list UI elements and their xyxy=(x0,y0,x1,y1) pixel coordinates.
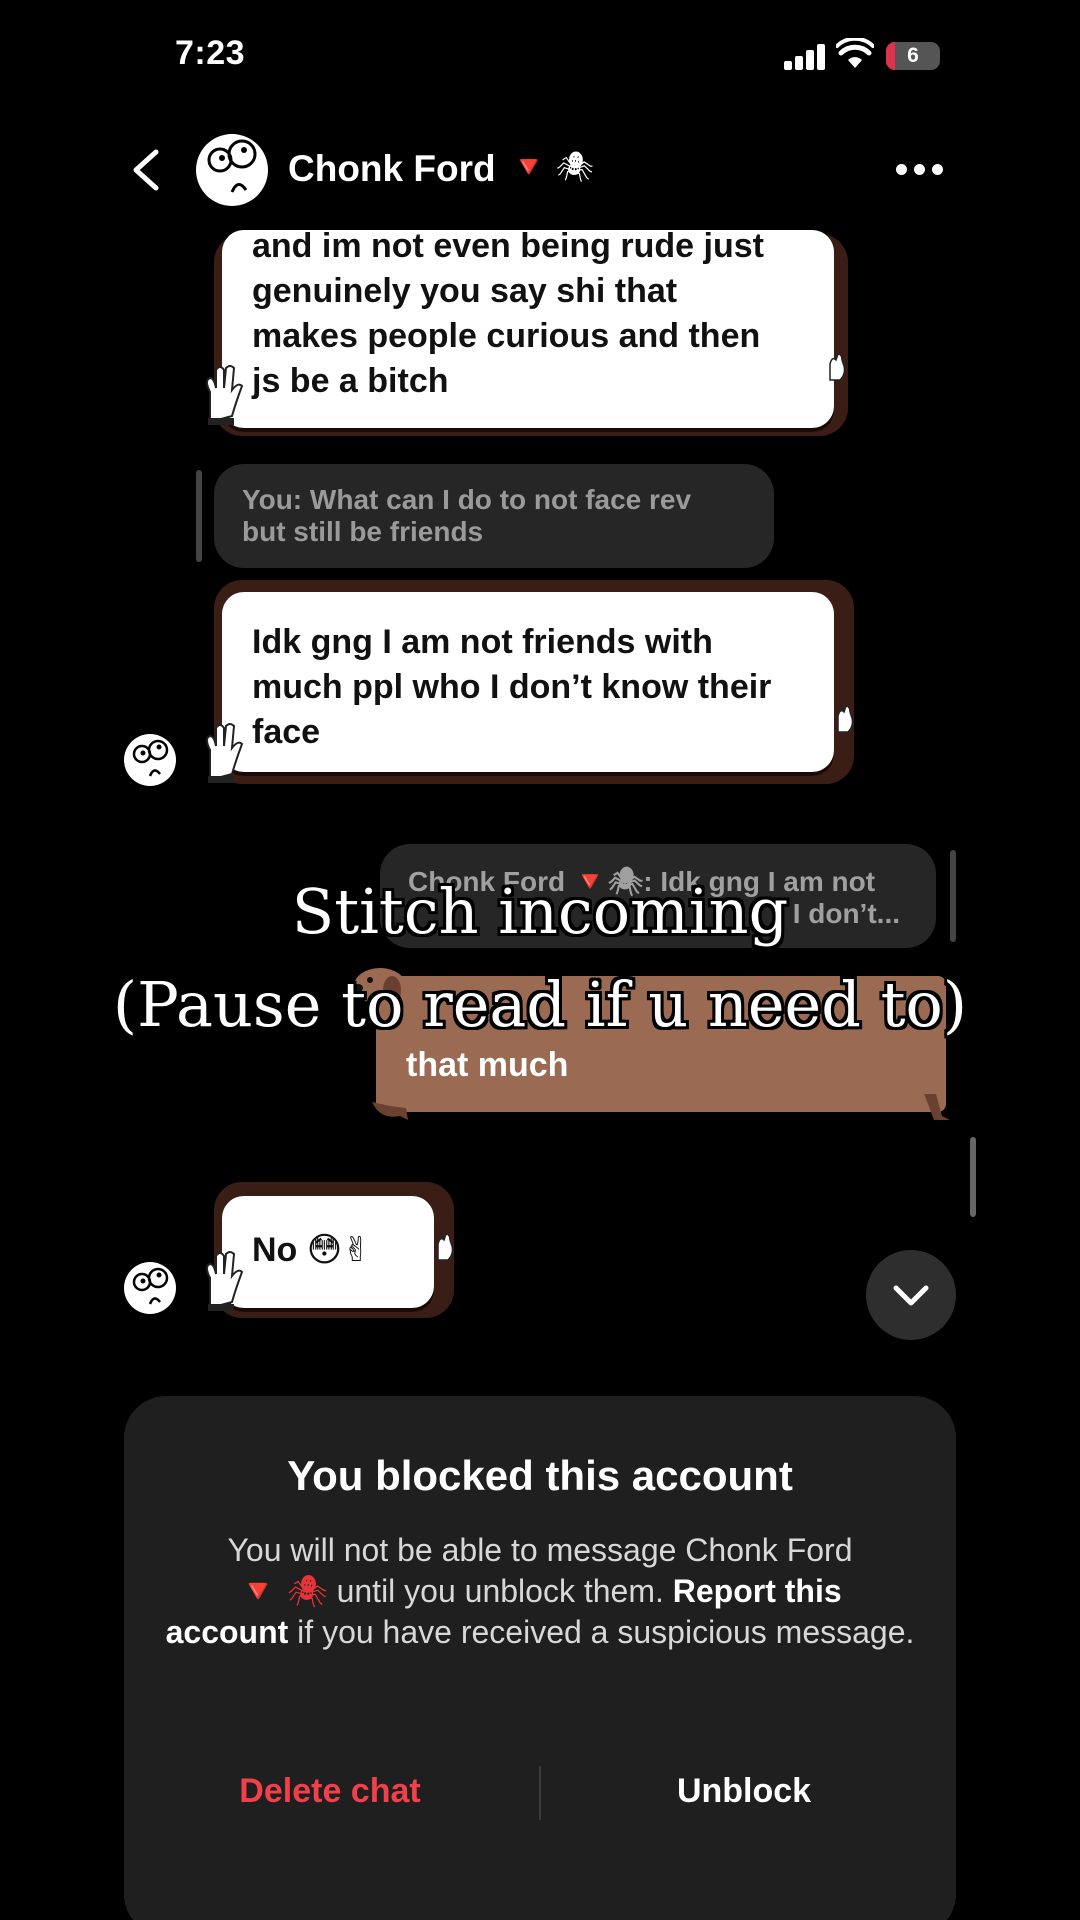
more-dots-icon[interactable] xyxy=(896,164,944,176)
name-decoration: 🔻 🕷 xyxy=(510,150,594,185)
signal-icon xyxy=(784,44,826,70)
message-line: Idk gng I am not friends with xyxy=(252,623,713,661)
wifi-icon xyxy=(836,38,874,68)
blocked-text-a: You will not be able to message Chonk Fo… xyxy=(227,1532,853,1568)
hand-icon xyxy=(206,1251,244,1311)
blocked-title: You blocked this account xyxy=(287,1452,793,1499)
unblock-button[interactable]: Unblock xyxy=(594,1772,894,1811)
status-time: 7:23 xyxy=(175,34,246,72)
scroll-down-button[interactable] xyxy=(866,1250,956,1340)
blocked-description: You will not be able to message Chonk Fo… xyxy=(164,1530,916,1653)
reply-bar xyxy=(196,470,202,562)
hand-icon xyxy=(829,353,846,381)
chat-avatar[interactable] xyxy=(124,1262,176,1314)
message-line: and im not even being rude just xyxy=(252,227,764,265)
reply-line: You: What can I do to not face rev xyxy=(242,484,692,515)
hand-icon xyxy=(206,365,244,425)
name-decoration: 🔻 🕷 xyxy=(238,1573,328,1609)
chat-avatar[interactable] xyxy=(124,734,176,786)
avatar[interactable] xyxy=(196,134,268,206)
caption-line-1: Stitch incoming xyxy=(291,875,789,948)
message-line: genuinely you say shi that xyxy=(252,272,678,310)
scrollbar[interactable] xyxy=(970,1137,976,1217)
hand-icon xyxy=(437,1233,454,1261)
chevron-left-icon[interactable] xyxy=(128,148,164,192)
contact-name[interactable]: Chonk Ford xyxy=(288,148,496,190)
report-link[interactable]: Report this xyxy=(673,1573,842,1609)
message-line: face xyxy=(252,713,321,751)
battery-level: 6 xyxy=(907,44,919,67)
hand-icon xyxy=(837,705,854,733)
dachshund-leg-icon xyxy=(372,1102,408,1120)
reply-line: but still be friends xyxy=(242,516,484,547)
red-triangle-icon: 🔻 xyxy=(510,151,548,184)
caption-line-2: (Pause to read if u need to) xyxy=(112,968,968,1041)
blocked-panel: You blocked this account You will not be… xyxy=(124,1396,956,1920)
divider xyxy=(539,1766,541,1820)
message-line: makes people curious and then xyxy=(252,317,761,355)
message-bubble[interactable]: No 😳✌ xyxy=(222,1196,434,1308)
message-bubble[interactable]: Idk gng I am not friends with much ppl w… xyxy=(222,592,834,772)
blocked-text-b: until you unblock them. xyxy=(327,1573,673,1609)
hand-icon xyxy=(206,723,244,783)
message-line: much ppl who I don’t know their xyxy=(252,668,772,706)
blocked-text-c: if you have received a suspicious messag… xyxy=(288,1614,915,1650)
battery-icon: 6 xyxy=(886,42,940,70)
message-text: No 😳✌ xyxy=(252,1231,371,1269)
reply-preview[interactable]: You: What can I do to not face rev but s… xyxy=(214,464,774,568)
message-bubble[interactable]: and im not even being rude just genuinel… xyxy=(222,227,834,428)
spider-icon: 🕷 xyxy=(555,151,594,184)
message-line: that much xyxy=(406,1046,569,1084)
chevron-down-icon xyxy=(893,1285,929,1306)
dachshund-leg-icon xyxy=(924,1094,950,1120)
report-link-2[interactable]: account xyxy=(166,1614,289,1650)
message-line: js be a bitch xyxy=(252,362,449,400)
delete-chat-button[interactable]: Delete chat xyxy=(180,1772,480,1811)
